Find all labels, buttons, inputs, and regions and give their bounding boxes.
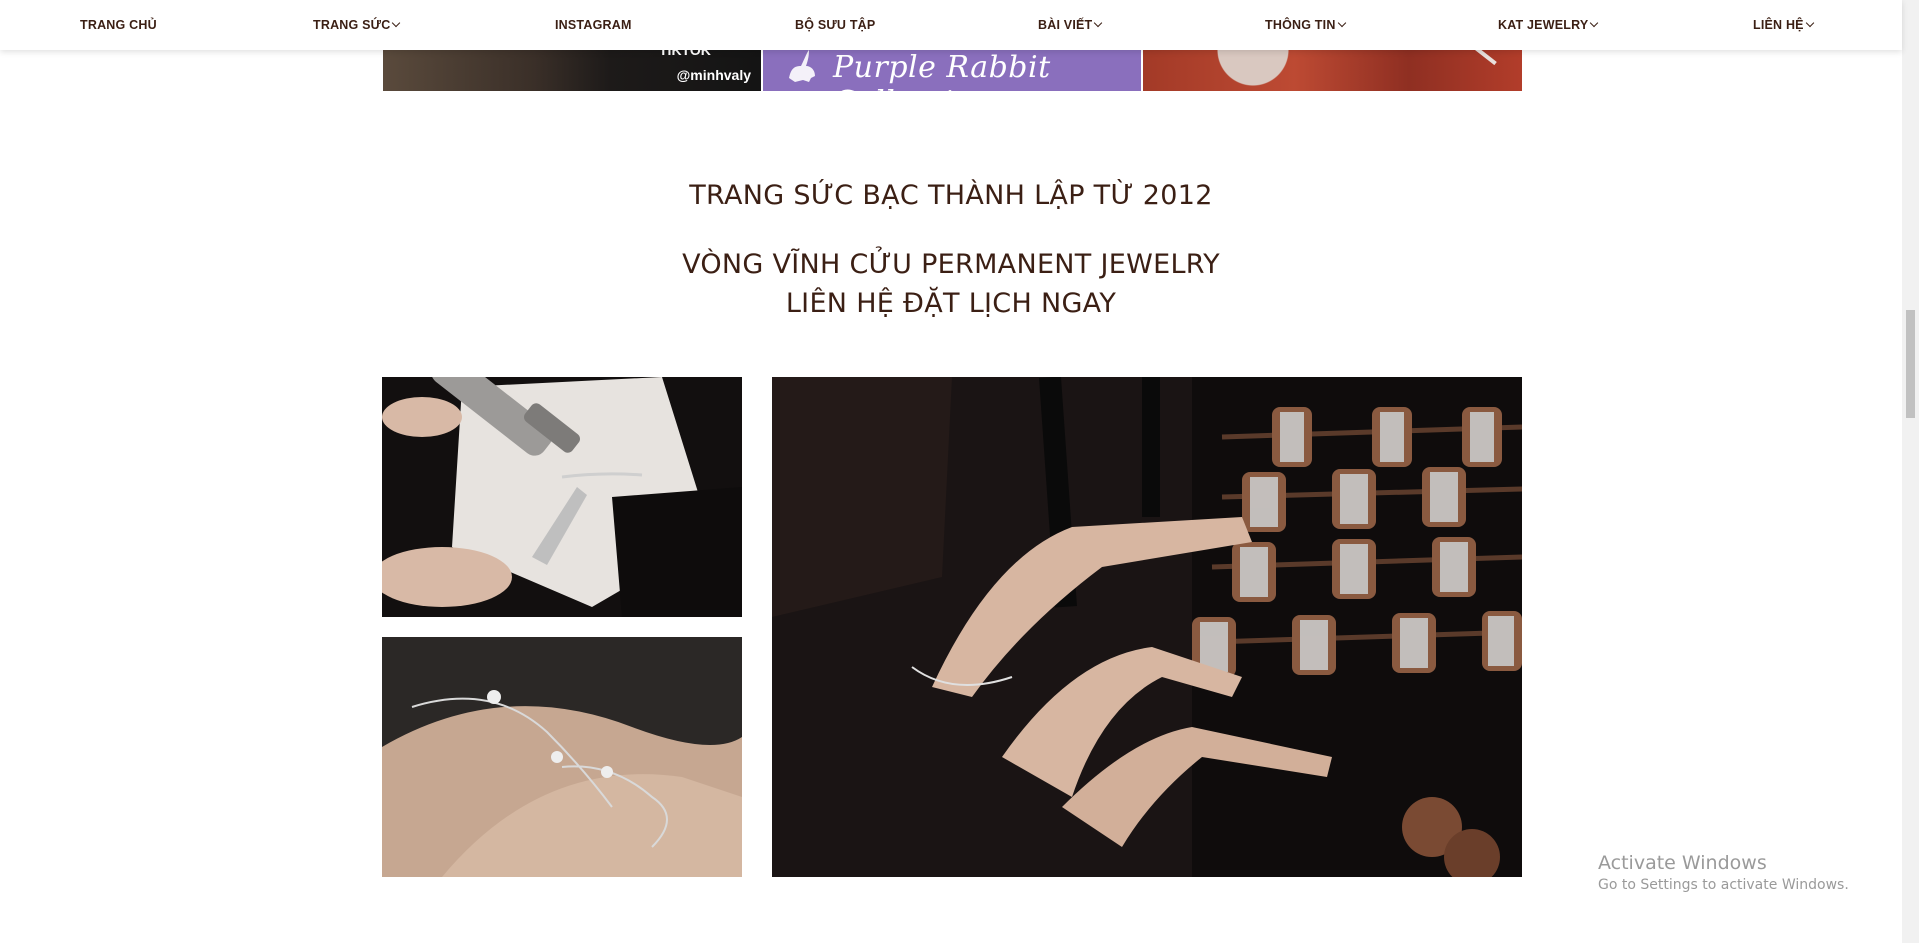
subheadline-line2: LIÊN HỆ ĐẶT LỊCH NGAY xyxy=(785,288,1117,319)
bracelets-photo xyxy=(382,637,742,877)
nav-home-label: TRANG CHỦ xyxy=(80,18,157,32)
page-scrollbar[interactable] xyxy=(1902,0,1919,943)
chevron-down-icon xyxy=(1094,18,1103,28)
chevron-down-icon xyxy=(1590,18,1599,28)
top-nav-bar: TRANG CHỦ TRANG SỨC INSTAGRAM BỘ SƯU TẬP… xyxy=(0,0,1902,50)
nav-instagram-label: INSTAGRAM xyxy=(555,18,632,32)
nav-home[interactable]: TRANG CHỦ xyxy=(80,18,157,32)
nav-contact-label: LIÊN HỆ xyxy=(1753,18,1804,32)
chevron-down-icon xyxy=(392,18,401,28)
scrollbar-thumb[interactable] xyxy=(1906,310,1915,418)
nav-collections-label: BỘ SƯU TẬP xyxy=(795,18,876,32)
welding-photo xyxy=(382,377,742,617)
rabbit-icon xyxy=(789,50,815,82)
nav-info[interactable]: THÔNG TIN xyxy=(1265,18,1346,32)
nav-kat-jewelry-label: KAT JEWELRY xyxy=(1498,18,1589,32)
activate-windows-subtitle: Go to Settings to activate Windows. xyxy=(1598,877,1849,893)
tiktok-handle: @minhvaly xyxy=(676,67,751,83)
chain-display-photo xyxy=(772,377,1522,877)
chevron-down-icon xyxy=(1805,18,1814,28)
nav-articles-label: BÀI VIẾT xyxy=(1038,18,1093,32)
collection-title: Purple Rabbit Collection xyxy=(833,50,1051,91)
welding-illustration xyxy=(382,377,742,617)
activate-windows-title: Activate Windows xyxy=(1598,852,1767,874)
nav-articles[interactable]: BÀI VIẾT xyxy=(1038,18,1103,32)
subheadline-line1: VÒNG VĨNH CỬU PERMANENT JEWELRY xyxy=(682,249,1220,280)
nav-jewelry-label: TRANG SỨC xyxy=(313,18,391,32)
chevron-down-icon xyxy=(1337,18,1346,28)
nav-instagram[interactable]: INSTAGRAM xyxy=(555,18,632,32)
nav-info-label: THÔNG TIN xyxy=(1265,18,1336,32)
page-headline: TRANG SỨC BẠC THÀNH LẬP TỪ 2012 xyxy=(689,180,1213,211)
nav-kat-jewelry[interactable]: KAT JEWELRY xyxy=(1498,18,1599,32)
bracelets-illustration xyxy=(382,637,742,877)
nav-contact[interactable]: LIÊN HỆ xyxy=(1753,18,1814,32)
nav-collections[interactable]: BỘ SƯU TẬP xyxy=(795,18,875,32)
chain-display-illustration xyxy=(772,377,1522,877)
nav-jewelry[interactable]: TRANG SỨC xyxy=(313,18,401,32)
